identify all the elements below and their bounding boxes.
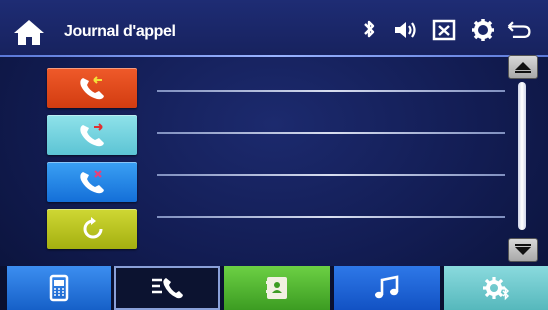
settings-icon[interactable] xyxy=(470,17,496,43)
contacts-icon xyxy=(266,277,287,299)
list-item[interactable] xyxy=(157,174,505,176)
back-icon[interactable] xyxy=(506,17,532,43)
volume-icon[interactable] xyxy=(392,17,418,43)
tab-settings[interactable] xyxy=(444,266,548,310)
refresh-button[interactable] xyxy=(47,209,137,249)
bt-settings-icon xyxy=(483,277,510,301)
chevron-down-icon xyxy=(515,244,531,255)
bottom-tab-bar xyxy=(0,266,548,310)
list-item[interactable] xyxy=(157,90,505,92)
close-icon[interactable] xyxy=(431,17,457,43)
list-item[interactable] xyxy=(157,132,505,134)
tab-call-log[interactable] xyxy=(114,266,220,310)
tab-phone[interactable] xyxy=(7,266,111,310)
missed-calls-button[interactable] xyxy=(47,162,137,202)
list-item[interactable] xyxy=(157,216,505,218)
scroll-down-button[interactable] xyxy=(508,238,538,262)
refresh-icon xyxy=(83,217,103,239)
incoming-call-icon xyxy=(80,76,104,100)
scroll-up-button[interactable] xyxy=(508,55,538,79)
tab-contacts[interactable] xyxy=(224,266,330,310)
scrollbar[interactable] xyxy=(518,82,526,230)
outgoing-calls-button[interactable] xyxy=(47,115,137,155)
home-icon[interactable] xyxy=(12,18,46,46)
header-bar: Journal d'appel xyxy=(0,0,548,56)
missed-call-icon xyxy=(80,170,104,194)
call-log-screen: Journal d'appel xyxy=(0,0,548,310)
incoming-calls-button[interactable] xyxy=(47,68,137,108)
chevron-up-icon xyxy=(515,62,531,73)
tab-music[interactable] xyxy=(334,266,440,310)
outgoing-call-icon xyxy=(80,123,104,147)
phone-icon xyxy=(49,274,69,302)
header-divider xyxy=(0,55,548,57)
page-title: Journal d'appel xyxy=(64,23,176,40)
call-log-icon xyxy=(152,278,183,299)
bluetooth-icon xyxy=(364,20,375,38)
music-icon xyxy=(375,275,399,299)
